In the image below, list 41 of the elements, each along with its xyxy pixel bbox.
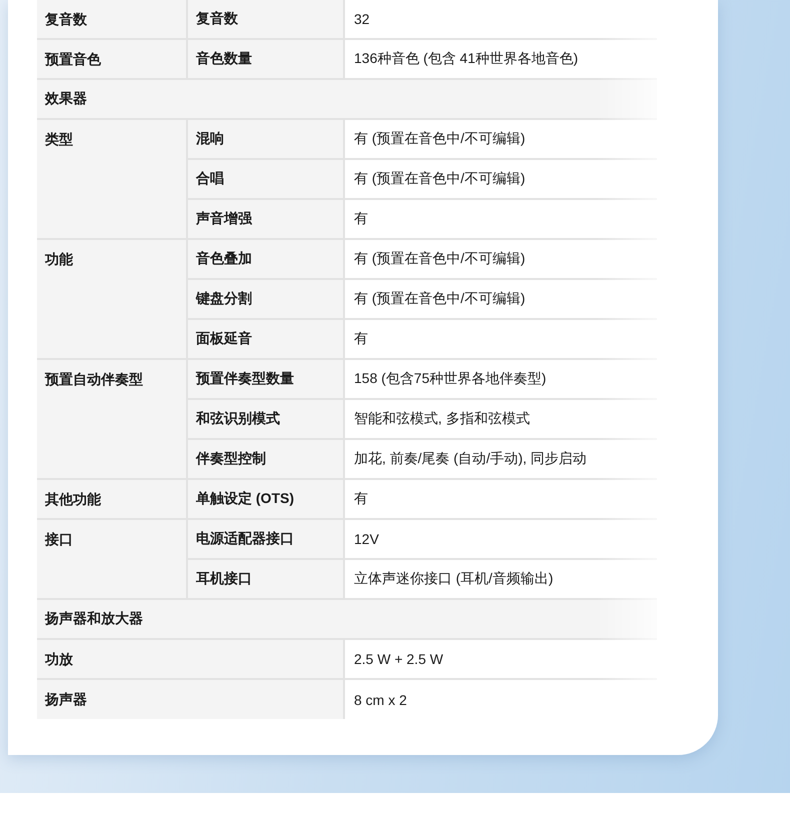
spec-value: 158 (包含75种世界各地伴奏型) (354, 370, 546, 386)
spec-label: 耳机接口 (196, 570, 252, 586)
spec-label: 单触设定 (OTS) (196, 490, 294, 506)
spec-label: 面板延音 (196, 330, 252, 346)
spec-label: 混响 (196, 130, 224, 146)
spec-label: 键盘分割 (196, 290, 252, 306)
group-label: 复音数 (45, 11, 87, 27)
spec-value: 有 (354, 330, 368, 346)
spec-label: 合唱 (196, 170, 224, 186)
spec-value: 有 (354, 490, 368, 506)
group-label: 预置自动伴奏型 (45, 371, 143, 387)
group-label: 功能 (45, 251, 73, 267)
spec-value: 8 cm x 2 (354, 692, 407, 708)
group-label: 预置音色 (45, 51, 101, 67)
spec-value: 立体声迷你接口 (耳机/音频输出) (354, 570, 554, 586)
spec-value: 12V (354, 531, 379, 547)
spec-label: 声音增强 (196, 210, 252, 226)
spec-value: 加花, 前奏/尾奏 (自动/手动), 同步启动 (354, 450, 587, 466)
spec-value: 智能和弦模式, 多指和弦模式 (354, 410, 530, 426)
spec-label: 电源适配器接口 (196, 530, 294, 546)
spec-value: 136种音色 (包含 41种世界各地音色) (354, 50, 578, 66)
section-heading: 扬声器和放大器 (45, 610, 143, 626)
spec-value: 有 (预置在音色中/不可编辑) (354, 170, 526, 186)
spec-value: 有 (预置在音色中/不可编辑) (354, 250, 526, 266)
spec-value: 有 (预置在音色中/不可编辑) (354, 130, 526, 146)
spec-label: 和弦识别模式 (196, 410, 280, 426)
spec-value: 2.5 W + 2.5 W (354, 651, 444, 667)
spec-label: 伴奏型控制 (196, 450, 266, 466)
section-heading: 效果器 (45, 90, 87, 106)
group-label: 接口 (45, 531, 73, 547)
spec-label: 音色数量 (196, 50, 252, 66)
group-label: 其他功能 (45, 491, 101, 507)
spec-label: 预置伴奏型数量 (196, 370, 294, 386)
spec-value: 有 (354, 210, 368, 226)
spec-value: 32 (354, 11, 370, 27)
spec-label: 功放 (45, 651, 73, 667)
spec-value: 有 (预置在音色中/不可编辑) (354, 290, 526, 306)
group-label: 类型 (45, 131, 73, 147)
spec-label: 复音数 (196, 10, 238, 26)
spec-label: 扬声器 (45, 691, 87, 707)
spec-label: 音色叠加 (196, 250, 252, 266)
